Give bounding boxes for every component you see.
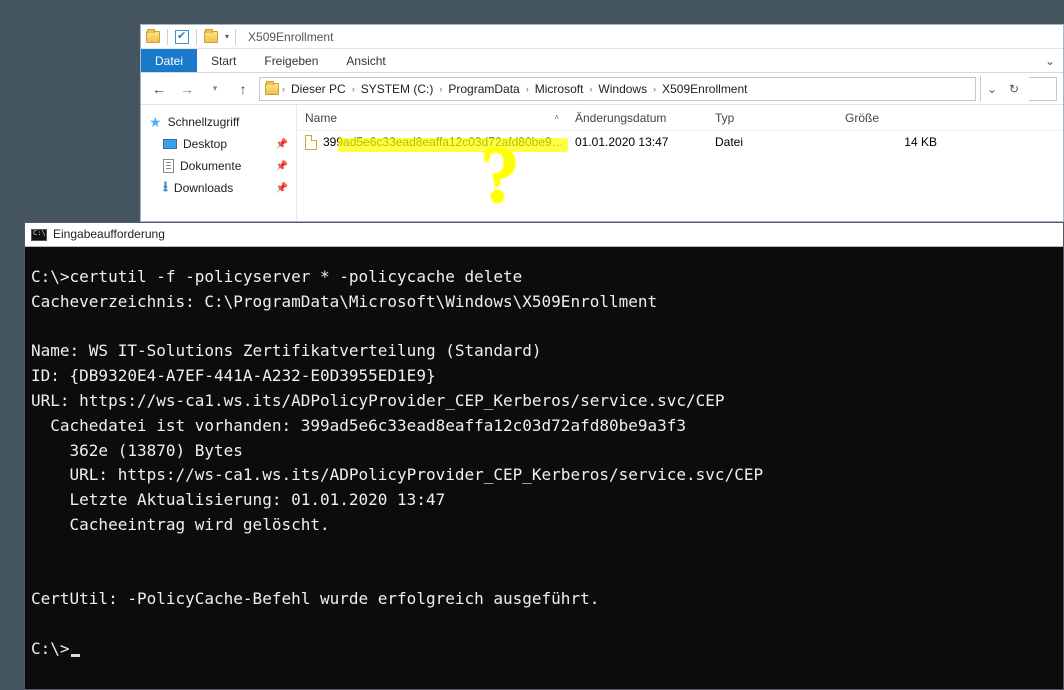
navigation-bar: ← → ▾ ↑ › Dieser PC › SYSTEM (C:) › Prog…: [141, 73, 1063, 105]
folder-icon: [264, 81, 280, 97]
nav-forward-button[interactable]: →: [175, 77, 199, 101]
window-title: X509Enrollment: [248, 30, 333, 44]
qat-separator: [167, 29, 168, 45]
column-label: Name: [305, 111, 337, 125]
breadcrumb[interactable]: Windows: [594, 82, 651, 96]
address-dropdown-icon[interactable]: ⌄: [981, 82, 1003, 96]
file-date: 01.01.2020 13:47: [567, 135, 707, 149]
tab-start[interactable]: Start: [197, 49, 250, 72]
address-right: ⌄ ↻: [980, 76, 1025, 101]
chevron-right-icon[interactable]: ›: [526, 84, 529, 94]
explorer-titlebar[interactable]: ▾ X509Enrollment: [141, 25, 1063, 49]
cmd-icon: [31, 229, 47, 241]
file-type: Datei: [707, 135, 837, 149]
properties-checked-icon[interactable]: [174, 29, 190, 45]
nav-recent-dropdown[interactable]: ▾: [203, 77, 227, 101]
tab-share[interactable]: Freigeben: [250, 49, 332, 72]
refresh-icon[interactable]: ↻: [1003, 82, 1025, 96]
breadcrumb[interactable]: ProgramData: [444, 82, 523, 96]
explorer-window: ▾ X509Enrollment Datei Start Freigeben A…: [140, 24, 1064, 222]
column-header-date[interactable]: Änderungsdatum: [567, 111, 707, 125]
address-bar[interactable]: › Dieser PC › SYSTEM (C:) › ProgramData …: [259, 77, 976, 101]
document-icon: [163, 159, 174, 173]
file-size: 14 KB: [837, 135, 957, 149]
cmd-output[interactable]: C:\>certutil -f -policyserver * -policyc…: [25, 247, 1063, 689]
command-prompt-window: Eingabeaufforderung C:\>certutil -f -pol…: [24, 222, 1064, 690]
download-icon: ⭳: [163, 176, 168, 200]
navpane-label: Dokumente: [180, 159, 241, 173]
pin-icon: 📌: [276, 161, 288, 172]
tab-view[interactable]: Ansicht: [332, 49, 399, 72]
nav-back-button[interactable]: ←: [147, 77, 171, 101]
column-headers: Name ˄ Änderungsdatum Typ Größe: [297, 105, 1063, 131]
nav-up-button[interactable]: ↑: [231, 77, 255, 101]
file-icon: [305, 135, 317, 150]
chevron-right-icon[interactable]: ›: [439, 84, 442, 94]
qat-separator: [196, 29, 197, 45]
cmd-titlebar[interactable]: Eingabeaufforderung: [25, 223, 1063, 247]
folder-icon: [145, 29, 161, 45]
pin-icon: 📌: [276, 139, 288, 150]
column-header-size[interactable]: Größe: [837, 111, 957, 125]
column-header-type[interactable]: Typ: [707, 111, 837, 125]
chevron-right-icon[interactable]: ›: [282, 84, 285, 94]
breadcrumb[interactable]: Dieser PC: [287, 82, 350, 96]
navpane-downloads[interactable]: ⭳ Downloads 📌: [141, 177, 296, 199]
tab-file[interactable]: Datei: [141, 49, 197, 72]
navpane-documents[interactable]: Dokumente 📌: [141, 155, 296, 177]
sort-asc-icon: ˄: [554, 113, 559, 122]
qat-dropdown-icon[interactable]: ▾: [225, 32, 229, 41]
navigation-pane: ★ Schnellzugriff Desktop 📌 Dokumente 📌 ⭳…: [141, 105, 297, 221]
ribbon-tabs: Datei Start Freigeben Ansicht ⌄: [141, 49, 1063, 73]
explorer-body: ★ Schnellzugriff Desktop 📌 Dokumente 📌 ⭳…: [141, 105, 1063, 221]
chevron-right-icon[interactable]: ›: [352, 84, 355, 94]
navpane-quick-access[interactable]: ★ Schnellzugriff: [141, 111, 296, 133]
breadcrumb[interactable]: X509Enrollment: [658, 82, 751, 96]
ribbon-expand-icon[interactable]: ⌄: [1037, 49, 1063, 72]
chevron-right-icon[interactable]: ›: [589, 84, 592, 94]
cmd-title-text: Eingabeaufforderung: [53, 225, 165, 244]
qat-separator: [235, 29, 236, 45]
file-list: Name ˄ Änderungsdatum Typ Größe 399ad5e6…: [297, 105, 1063, 221]
star-icon: ★: [149, 114, 162, 131]
breadcrumb[interactable]: Microsoft: [531, 82, 588, 96]
new-folder-icon[interactable]: [203, 29, 219, 45]
navpane-desktop[interactable]: Desktop 📌: [141, 133, 296, 155]
desktop-icon: [163, 139, 177, 149]
chevron-right-icon[interactable]: ›: [653, 84, 656, 94]
cursor-icon: [71, 654, 80, 657]
search-box[interactable]: [1029, 77, 1057, 101]
column-header-name[interactable]: Name ˄: [297, 111, 567, 125]
navpane-label: Desktop: [183, 137, 227, 151]
breadcrumb[interactable]: SYSTEM (C:): [357, 82, 438, 96]
file-name: 399ad5e6c33ead8eaffa12c03d72afd80be9…: [323, 135, 564, 149]
file-row[interactable]: 399ad5e6c33ead8eaffa12c03d72afd80be9… 01…: [297, 131, 1063, 153]
pin-icon: 📌: [276, 183, 288, 194]
navpane-label: Schnellzugriff: [168, 115, 240, 129]
navpane-label: Downloads: [174, 181, 233, 195]
